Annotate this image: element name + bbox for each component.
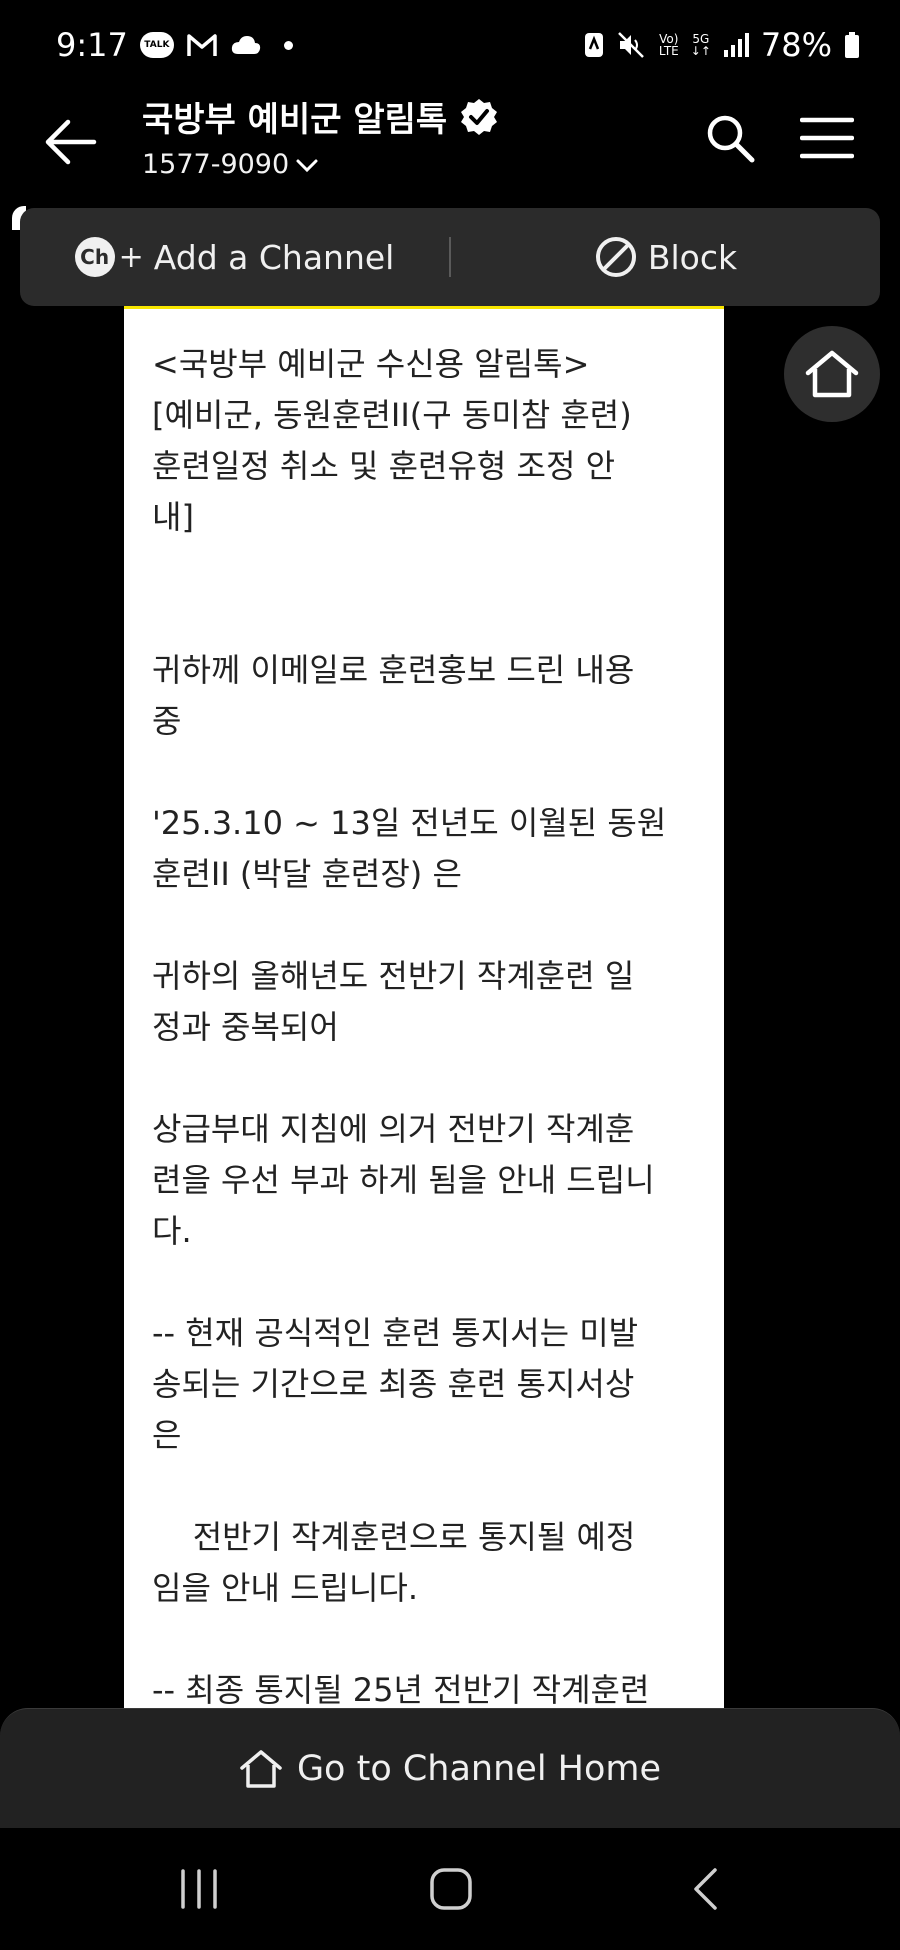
go-to-channel-home-button[interactable]: Go to Channel Home: [0, 1708, 900, 1829]
gmail-icon: [187, 34, 217, 56]
add-channel-button[interactable]: Ch + Add a Channel: [20, 208, 449, 306]
back-arrow-icon[interactable]: [40, 112, 100, 172]
block-button[interactable]: Block: [451, 208, 880, 306]
channel-action-bar: Ch + Add a Channel Block: [20, 208, 880, 306]
app-notification-icon: [584, 33, 603, 57]
system-navigation-bar: [0, 1828, 900, 1950]
home-floating-button[interactable]: [784, 326, 880, 422]
home-button-icon[interactable]: [428, 1866, 474, 1912]
message-text: <국방부 예비군 수신용 알림톡> [예비군, 동원훈련II(구 동미참 훈련)…: [152, 345, 667, 1709]
plus-icon: +: [118, 239, 144, 275]
search-icon[interactable]: [702, 110, 758, 166]
mute-icon: [617, 32, 644, 58]
chat-header: 국방부 예비군 알림톡 1577-9090: [0, 90, 900, 210]
go-to-channel-home-label: Go to Channel Home: [296, 1749, 662, 1789]
block-label: Block: [647, 237, 738, 277]
status-time: 9:17: [56, 26, 128, 64]
battery-icon: [845, 32, 859, 58]
verified-badge-icon: [461, 98, 498, 135]
signal-icon: [723, 33, 749, 57]
channel-title-area[interactable]: 국방부 예비군 알림톡 1577-9090: [142, 92, 499, 180]
battery-percent: 78%: [760, 26, 832, 64]
back-button-icon[interactable]: [690, 1866, 720, 1912]
channel-add-icon: Ch: [74, 237, 115, 277]
cloud-icon: [231, 36, 261, 54]
phone-row[interactable]: 1577-9090: [142, 149, 499, 180]
hamburger-menu-icon[interactable]: [800, 116, 854, 160]
volte-icon: Vo) LTE: [658, 32, 679, 58]
message-bubble: <국방부 예비군 수신용 알림톡> [예비군, 동원훈련II(구 동미참 훈련)…: [124, 306, 724, 1713]
status-right: Vo) LTE 5G ↓↑ 78%: [583, 26, 860, 64]
add-channel-label: Add a Channel: [153, 237, 395, 277]
kakaotalk-notification-icon: TALK: [139, 32, 174, 58]
block-icon: [595, 237, 636, 277]
channel-phone: 1577-9090: [142, 149, 290, 180]
chevron-down-icon: [296, 159, 318, 172]
network-type-icon: 5G ↓↑: [690, 32, 711, 58]
status-left: 9:17 TALK: [56, 26, 293, 64]
home-outline-icon: [240, 1750, 282, 1788]
home-icon: [805, 350, 859, 398]
channel-title: 국방부 예비군 알림톡: [142, 100, 448, 140]
title-row: 국방부 예비군 알림톡: [142, 92, 499, 141]
network-type-label: 5G: [692, 32, 710, 46]
status-bar: 9:17 TALK Vo) LTE 5G ↓↑ 78%: [0, 0, 900, 90]
notification-dot-icon: [283, 40, 293, 50]
recent-apps-icon[interactable]: [178, 1868, 220, 1910]
